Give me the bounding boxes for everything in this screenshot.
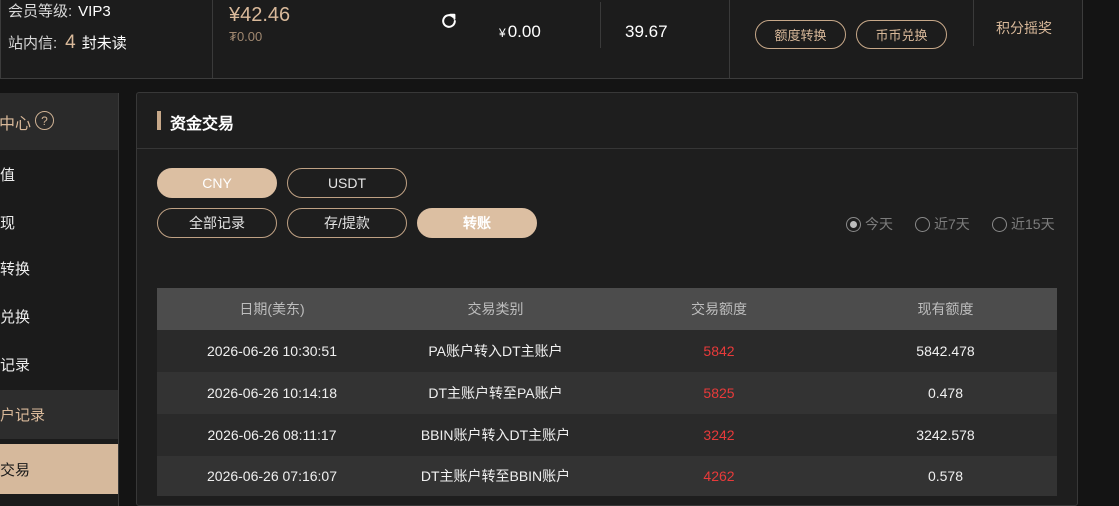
sidebar-item-deposit[interactable]: 值 [0, 150, 118, 198]
page-title: 资金交易 [170, 116, 235, 133]
inbox-label: 站内信: [8, 35, 58, 52]
member-level-value: VIP3 [78, 3, 111, 20]
coin-exchange-button[interactable]: 币币兑换 [856, 20, 947, 49]
help-icon[interactable]: ? [35, 111, 54, 130]
filter-7-days-label: 近7天 [934, 216, 970, 232]
sidebar-item-exchange[interactable]: 兑换 [0, 292, 118, 340]
cell-type: PA账户转入DT主账户 [428, 343, 563, 359]
table-row: 2026-06-26 10:30:51 PA账户转入DT主账户 5842 584… [157, 330, 1057, 372]
cell-date: 2026-06-26 07:16:07 [207, 468, 337, 484]
cell-amount: 3242 [703, 427, 735, 443]
table-row: 2026-06-26 07:16:07 DT主账户转至BBIN账户 4262 0… [157, 456, 1057, 496]
lottery-link[interactable]: 积分摇奖 [996, 18, 1052, 38]
table-row: 2026-06-26 10:14:18 DT主账户转至PA账户 5825 0.4… [157, 372, 1057, 414]
filter-15-days[interactable]: 近15天 [992, 214, 1055, 234]
sidebar-item-fund-transactions[interactable]: 交易 [0, 444, 118, 494]
filter-today[interactable]: 今天 [846, 214, 893, 234]
transactions-table: 日期(美东) 交易类别 交易额度 现有额度 2026-06-26 10:30:5… [157, 288, 1057, 496]
cell-date: 2026-06-26 10:14:18 [207, 385, 337, 401]
amount-2: 39.67 [625, 22, 668, 41]
radio-unchecked-icon [915, 216, 930, 232]
sidebar: 中心 ? 值 现 转换 兑换 记录 户记录 交易 [0, 93, 119, 506]
actions-cell: 额度转换 币币兑换 [729, 0, 973, 78]
balance-cell: ¥42.46 ₮0.00 [212, 0, 471, 78]
radio-unchecked-icon [992, 216, 1007, 232]
balance-main: ¥42.46 [229, 4, 291, 26]
cell-balance: 5842.478 [916, 343, 975, 359]
sidebar-item-transfer[interactable]: 转换 [0, 244, 118, 292]
amount-1-value: 0.00 [507, 22, 541, 41]
sidebar-item-withdraw[interactable]: 现 [0, 198, 118, 246]
radio-checked-icon [846, 216, 861, 232]
cell-date: 2026-06-26 08:11:17 [207, 427, 337, 443]
tab-usdt[interactable]: USDT [287, 168, 407, 198]
member-level: 会员等级: VIP3 [8, 0, 111, 21]
cell-type: DT主账户转至BBIN账户 [420, 468, 571, 484]
refresh-icon[interactable] [439, 11, 459, 31]
table-row: 2026-06-26 08:11:17 BBIN账户转入DT主账户 3242 3… [157, 414, 1057, 456]
sidebar-header: 中心 ? [0, 93, 118, 150]
sidebar-item-records[interactable]: 记录 [0, 340, 118, 388]
tab-all-records[interactable]: 全部记录 [157, 208, 277, 238]
tab-transfer[interactable]: 转账 [417, 208, 537, 238]
cell-balance: 3242.578 [916, 427, 975, 443]
sidebar-header-label: 中心 [0, 116, 32, 133]
cell-balance: 0.578 [927, 468, 964, 484]
column-header-balance: 现有额度 [917, 301, 974, 317]
tab-cny[interactable]: CNY [157, 168, 277, 198]
cell-balance: 0.478 [927, 385, 964, 401]
cell-amount: 5842 [703, 343, 735, 359]
title-accent-bar [157, 111, 161, 130]
cell-date: 2026-06-26 10:30:51 [207, 343, 337, 359]
inbox-unit: 封未读 [81, 35, 127, 52]
inbox-count: 4 [65, 32, 76, 53]
column-header-type: 交易类别 [467, 301, 524, 317]
column-header-amount: 交易额度 [691, 301, 747, 317]
filter-15-days-label: 近15天 [1011, 216, 1055, 232]
tab-deposit-withdraw[interactable]: 存/提款 [287, 208, 407, 238]
column-header-date: 日期(美东) [239, 301, 305, 317]
cell-type: BBIN账户转入DT主账户 [420, 427, 571, 443]
balance-sub: ₮0.00 [229, 29, 263, 44]
panel-header: 资金交易 [137, 93, 1077, 149]
quota-transfer-button[interactable]: 额度转换 [755, 20, 846, 49]
amount-1-currency: ¥ [499, 26, 506, 40]
inbox-status[interactable]: 站内信: 4 封未读 [8, 32, 127, 54]
cell-amount: 4262 [703, 468, 735, 484]
filter-7-days[interactable]: 近7天 [915, 214, 970, 234]
sidebar-section-account-records[interactable]: 户记录 [0, 390, 118, 439]
amount-cell-1: ¥0.00 [471, 0, 600, 78]
table-header: 日期(美东) 交易类别 交易额度 现有额度 [157, 288, 1057, 330]
top-info-bar: 会员等级: VIP3 站内信: 4 封未读 ¥42.46 ₮0.00 ¥0.00 39… [0, 0, 1083, 79]
cell-type: DT主账户转至PA账户 [428, 385, 563, 401]
filter-today-label: 今天 [865, 216, 893, 232]
member-level-label: 会员等级: [8, 3, 73, 20]
cell-amount: 5825 [703, 385, 735, 401]
amount-1: ¥0.00 [499, 22, 541, 42]
